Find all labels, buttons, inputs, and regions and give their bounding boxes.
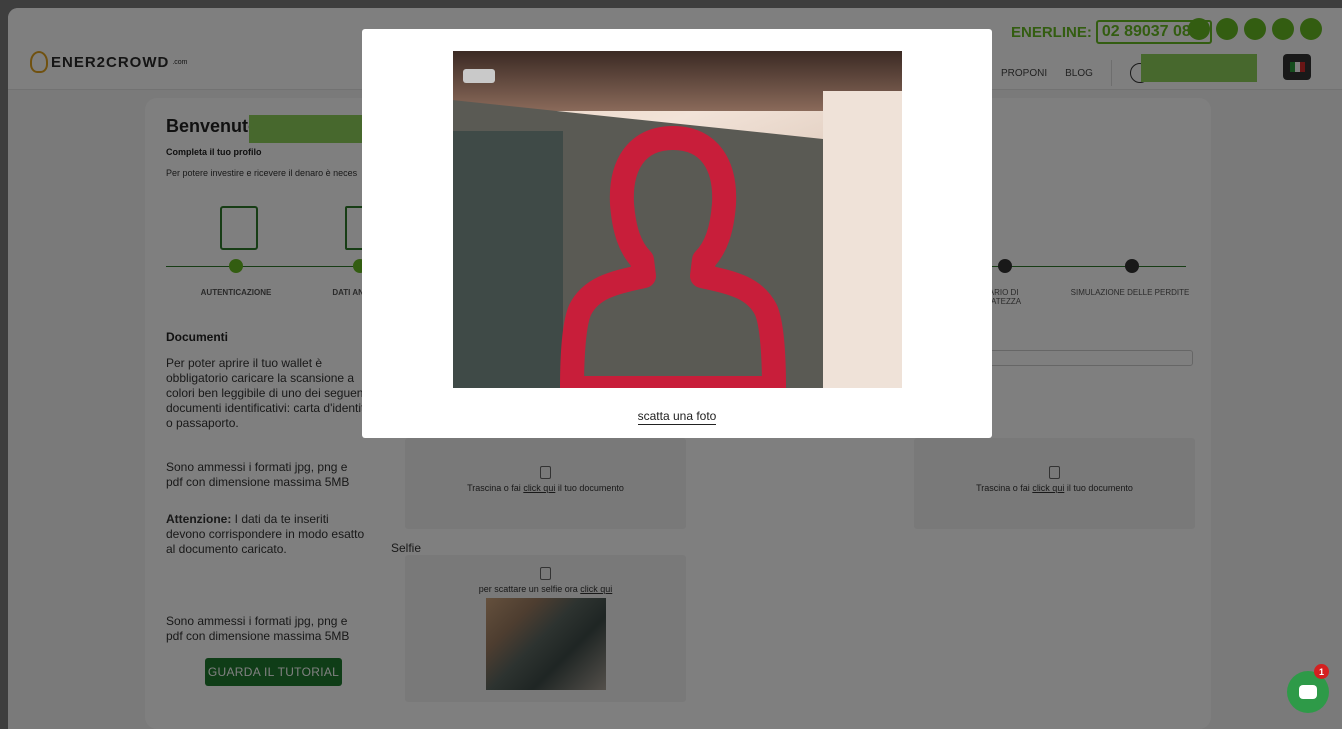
camera-preview <box>453 51 902 388</box>
chat-icon <box>1299 685 1317 699</box>
notification-badge: 1 <box>1314 664 1329 679</box>
face-guide-icon <box>560 126 786 388</box>
take-photo-button[interactable]: scatta una foto <box>637 409 717 425</box>
take-photo-area: scatta una foto <box>362 409 992 425</box>
camera-modal: scatta una foto <box>362 29 992 438</box>
